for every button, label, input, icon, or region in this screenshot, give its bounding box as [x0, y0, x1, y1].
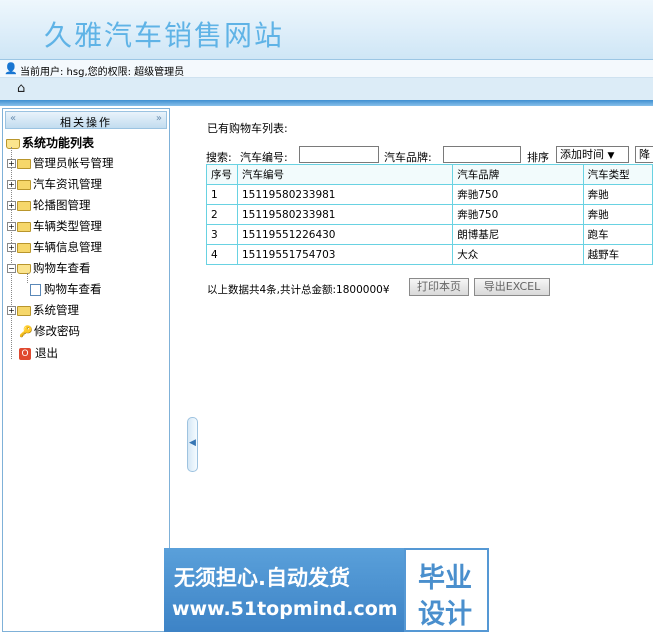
table-cell: 大众	[452, 244, 584, 265]
table-cell: 奔驰	[582, 184, 653, 205]
search-label: 搜索:	[206, 151, 232, 164]
page-title: 已有购物车列表:	[207, 122, 288, 135]
tree-root-label: 系统功能列表	[22, 136, 95, 150]
car-brand-input[interactable]	[443, 146, 521, 163]
table-cell: 15119580233981	[236, 184, 454, 205]
sidebar-item-car-info[interactable]: + 车辆信息管理	[7, 239, 102, 255]
table-cell: 奔驰750	[452, 204, 584, 225]
watermark-logo-line2: 设计	[418, 599, 472, 630]
table-cell: 15119551754703	[236, 244, 454, 265]
folder-icon	[17, 242, 31, 253]
folder-open-icon	[17, 263, 31, 274]
summary-text: 以上数据共4条,共计总金额:1800000¥	[207, 284, 390, 296]
table-cell: 跑车	[582, 224, 653, 245]
folder-icon	[17, 305, 31, 316]
expand-icon[interactable]: »	[156, 113, 162, 124]
divider-bar	[0, 100, 653, 106]
sort-label: 排序	[527, 151, 549, 164]
table-cell: 3	[206, 224, 238, 245]
key-icon: 🔑	[19, 325, 33, 338]
watermark-banner: 无须担心.自动发货 www.51topmind.com 毕业 设计	[164, 548, 489, 632]
expand-plus-icon[interactable]: +	[7, 243, 16, 252]
car-no-label: 汽车编号:	[240, 151, 288, 164]
site-header: 久雅汽车销售网站	[0, 0, 653, 60]
table-cell: 15119551226430	[236, 224, 454, 245]
table-cell: 4	[206, 244, 238, 265]
expand-plus-icon[interactable]: +	[7, 201, 16, 210]
user-icon: 👤	[4, 62, 18, 75]
print-button[interactable]: 打印本页	[409, 278, 469, 296]
watermark-logo-line1: 毕业	[418, 563, 472, 594]
collapse-minus-icon[interactable]: −	[7, 264, 16, 273]
folder-icon	[17, 221, 31, 232]
sidebar-item-change-password[interactable]: 🔑修改密码	[19, 323, 80, 339]
car-no-input[interactable]	[299, 146, 379, 163]
table-cell: 奔驰	[582, 204, 653, 225]
sidebar-item-car-types[interactable]: + 车辆类型管理	[7, 218, 102, 234]
table-cell: 奔驰750	[452, 184, 584, 205]
table-row: 4 15119551754703 大众 越野车	[206, 244, 653, 265]
watermark-left: 无须担心.自动发货 www.51topmind.com	[164, 548, 404, 632]
user-bar: 👤 当前用户: hsg,您的权限: 超级管理员	[0, 60, 653, 78]
folder-open-icon	[6, 138, 20, 149]
table-header-cell: 汽车品牌	[452, 164, 584, 185]
site-title: 久雅汽车销售网站	[44, 19, 285, 52]
tree-root[interactable]: 系统功能列表	[6, 134, 94, 151]
nav-bar: ⌂	[0, 78, 653, 100]
expand-plus-icon[interactable]: +	[7, 306, 16, 315]
sort-select[interactable]: 添加时间 ▼	[556, 146, 629, 163]
tree-connector	[27, 273, 28, 283]
cart-table: 序号 汽车编号 汽车品牌 汽车类型 1 15119580233981 奔驰750…	[206, 164, 653, 265]
table-cell: 朗博基尼	[452, 224, 584, 245]
sidebar-item-cart-view[interactable]: 购物车查看	[30, 281, 102, 297]
folder-icon	[17, 200, 31, 211]
table-cell: 越野车	[582, 244, 653, 265]
sidebar-item-carousel[interactable]: + 轮播图管理	[7, 197, 91, 213]
sidebar-item-car-news[interactable]: + 汽车资讯管理	[7, 176, 102, 192]
main-content: 已有购物车列表: 搜索: 汽车编号: 汽车品牌: 排序 添加时间 ▼ 降 序号 …	[200, 108, 653, 548]
order-select[interactable]: 降	[635, 146, 653, 163]
sidebar: « 相关操作 » 系统功能列表 + 管理员帐号管理 + 汽车资讯管理 + 轮播图管理 …	[2, 108, 170, 632]
expand-plus-icon[interactable]: +	[7, 159, 16, 168]
sidebar-header-label: 相关操作	[60, 116, 112, 129]
sidebar-item-admin-accounts[interactable]: + 管理员帐号管理	[7, 155, 114, 171]
sidebar-item-cart[interactable]: − 购物车查看	[7, 260, 91, 276]
table-cell: 1	[206, 184, 238, 205]
document-edit-icon	[30, 283, 41, 296]
watermark-url: www.51topmind.com	[172, 598, 398, 620]
table-row: 3 15119551226430 朗博基尼 跑车	[206, 224, 653, 245]
table-row: 2 15119580233981 奔驰750 奔驰	[206, 204, 653, 225]
sidebar-item-system[interactable]: + 系统管理	[7, 302, 79, 318]
sidebar-splitter[interactable]: ◀	[187, 417, 198, 472]
user-info-text: 当前用户: hsg,您的权限: 超级管理员	[20, 67, 185, 78]
dropdown-arrow-icon: ▼	[607, 151, 615, 161]
folder-icon	[17, 179, 31, 190]
watermark-slogan: 无须担心.自动发货	[174, 566, 350, 590]
sidebar-header: « 相关操作 »	[5, 111, 167, 129]
table-header-cell: 汽车类型	[582, 164, 653, 185]
folder-icon	[17, 158, 31, 169]
export-excel-button[interactable]: 导出EXCEL	[474, 278, 550, 296]
watermark-logo: 毕业 设计	[404, 548, 489, 632]
table-cell: 2	[206, 204, 238, 225]
table-row: 1 15119580233981 奔驰750 奔驰	[206, 184, 653, 205]
table-header-row: 序号 汽车编号 汽车品牌 汽车类型	[206, 164, 653, 185]
table-cell: 15119580233981	[236, 204, 454, 225]
home-icon[interactable]: ⌂	[17, 81, 25, 96]
expand-plus-icon[interactable]: +	[7, 180, 16, 189]
sidebar-item-logout[interactable]: O 退出	[19, 345, 58, 361]
expand-plus-icon[interactable]: +	[7, 222, 16, 231]
exit-icon: O	[19, 347, 31, 360]
table-header-cell: 序号	[206, 164, 238, 185]
table-header-cell: 汽车编号	[236, 164, 454, 185]
arrow-left-icon: ◀	[189, 438, 196, 448]
car-brand-label: 汽车品牌:	[384, 151, 432, 164]
